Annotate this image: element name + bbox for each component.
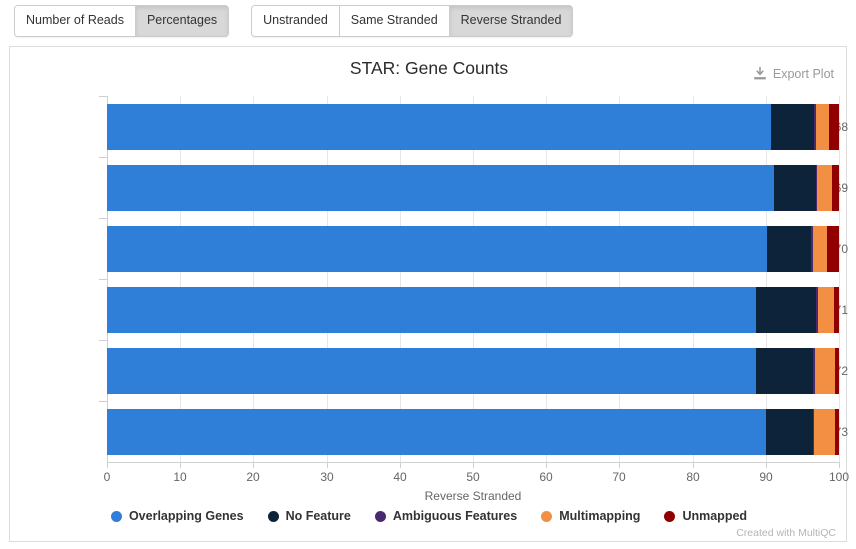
bar-segment-multimapping[interactable]: [812, 226, 827, 272]
legend-color-swatch: [267, 510, 279, 522]
x-gridline: [180, 96, 181, 462]
x-gridline: [693, 96, 694, 462]
legend-color-swatch: [664, 510, 676, 522]
legend-item-no-feature[interactable]: No Feature: [267, 509, 351, 523]
y-tick: [99, 279, 107, 280]
legend-item-unmapped[interactable]: Unmapped: [664, 509, 747, 523]
toolbar-button-same-stranded[interactable]: Same Stranded: [339, 6, 450, 36]
bar-segment-no-feature[interactable]: [756, 287, 817, 333]
x-gridline: [766, 96, 767, 462]
y-tick: [99, 157, 107, 158]
strandedness-mode-button-group: Unstranded Same Stranded Reverse Stranded: [251, 5, 574, 37]
x-tick-label: 0: [103, 470, 111, 484]
x-tick-label: 60: [539, 470, 553, 484]
legend-label: No Feature: [285, 509, 351, 523]
bar-segment-overlapping-genes[interactable]: [107, 287, 757, 333]
legend-color-swatch: [374, 510, 386, 522]
legend-label: Multimapping: [559, 509, 641, 523]
x-gridline: [839, 96, 840, 462]
x-tick: [766, 462, 767, 468]
stacked-bar-SRR1278972[interactable]: [107, 348, 839, 394]
bar-segment-unmapped[interactable]: [826, 226, 839, 272]
bar-segment-no-feature[interactable]: [770, 104, 815, 150]
y-tick: [99, 340, 107, 341]
x-tick: [839, 462, 840, 468]
legend-item-ambiguous-features[interactable]: Ambiguous Features: [374, 509, 518, 523]
y-tick: [99, 96, 107, 97]
bar-segment-unmapped[interactable]: [829, 104, 839, 150]
bar-segment-no-feature[interactable]: [755, 348, 814, 394]
plot-card: STAR: Gene Counts Export Plot Reverse St…: [9, 46, 850, 543]
legend-color-swatch: [110, 510, 122, 522]
toolbar-button-number-of-reads[interactable]: Number of Reads: [15, 6, 136, 36]
x-tick-label: 10: [173, 470, 187, 484]
legend-label: Unmapped: [682, 509, 748, 523]
bar-segment-multimapping[interactable]: [814, 348, 835, 394]
bar-segment-overlapping-genes[interactable]: [107, 226, 768, 272]
toolbar-button-reverse-stranded[interactable]: Reverse Stranded: [449, 6, 573, 36]
bar-segment-multimapping[interactable]: [817, 287, 834, 333]
legend-label: Ambiguous Features: [392, 509, 518, 523]
plot-area: [107, 96, 840, 462]
x-gridline: [327, 96, 328, 462]
y-tick: [99, 401, 107, 402]
x-tick-label: 80: [686, 470, 700, 484]
bar-segment-multimapping[interactable]: [814, 409, 835, 455]
bar-segment-no-feature[interactable]: [765, 409, 813, 455]
legend-item-overlapping-genes[interactable]: Overlapping Genes: [110, 509, 244, 523]
bar-segment-no-feature[interactable]: [773, 165, 816, 211]
gene-counts-bar-chart[interactable]: Reverse Stranded 0 10 20 30 40 50 60 70 80 90 100S…: [10, 47, 850, 543]
x-tick-label: 50: [466, 470, 480, 484]
x-gridline: [619, 96, 620, 462]
legend-item-multimapping[interactable]: Multimapping: [541, 509, 640, 523]
x-tick: [327, 462, 328, 468]
stacked-bar-SRR1278970[interactable]: [107, 226, 839, 272]
x-tick: [693, 462, 694, 468]
x-tick: [107, 462, 108, 468]
x-gridline: [253, 96, 254, 462]
bar-segment-unmapped[interactable]: [831, 165, 839, 211]
legend-color-swatch: [541, 510, 553, 522]
x-tick-label: 70: [612, 470, 626, 484]
stacked-bar-SRR1278971[interactable]: [107, 287, 839, 333]
y-tick: [99, 218, 107, 219]
legend-label: Overlapping Genes: [128, 509, 244, 523]
x-gridline: [473, 96, 474, 462]
x-tick-label: 100: [828, 470, 850, 484]
chart-legend: Overlapping Genes No Feature Ambiguous Fea…: [10, 509, 848, 523]
x-tick: [546, 462, 547, 468]
bar-segment-overlapping-genes[interactable]: [107, 165, 774, 211]
x-tick-label: 30: [320, 470, 334, 484]
x-axis-title: Reverse Stranded: [424, 489, 522, 503]
toolbar-button-unstranded[interactable]: Unstranded: [252, 6, 340, 36]
bar-segment-overlapping-genes[interactable]: [107, 409, 766, 455]
x-tick-label: 20: [246, 470, 260, 484]
x-tick: [253, 462, 254, 468]
stacked-bar-SRR1278969[interactable]: [107, 165, 839, 211]
stacked-bar-SRR1278973[interactable]: [107, 409, 839, 455]
bar-segment-unmapped[interactable]: [834, 409, 839, 455]
bar-segment-no-feature[interactable]: [767, 226, 812, 272]
bar-segment-unmapped[interactable]: [833, 287, 839, 333]
bar-segment-unmapped[interactable]: [834, 348, 839, 394]
x-tick: [400, 462, 401, 468]
bar-segment-overlapping-genes[interactable]: [107, 104, 771, 150]
x-tick: [180, 462, 181, 468]
x-gridline: [546, 96, 547, 462]
x-tick-label: 90: [759, 470, 773, 484]
bar-segment-multimapping[interactable]: [817, 165, 832, 211]
x-tick: [619, 462, 620, 468]
stacked-bar-SRR1278968[interactable]: [107, 104, 839, 150]
x-gridline: [400, 96, 401, 462]
toolbar-button-percentages[interactable]: Percentages: [135, 6, 229, 36]
bar-segment-overlapping-genes[interactable]: [107, 348, 756, 394]
counts-mode-button-group: Number of Reads Percentages: [14, 5, 230, 37]
x-tick: [473, 462, 474, 468]
bar-segment-multimapping[interactable]: [815, 104, 830, 150]
x-tick-label: 40: [393, 470, 407, 484]
multiqc-credit: Created with MultiQC: [736, 527, 836, 539]
plot-toolbar: Number of Reads Percentages Unstranded Sam…: [0, 0, 856, 40]
